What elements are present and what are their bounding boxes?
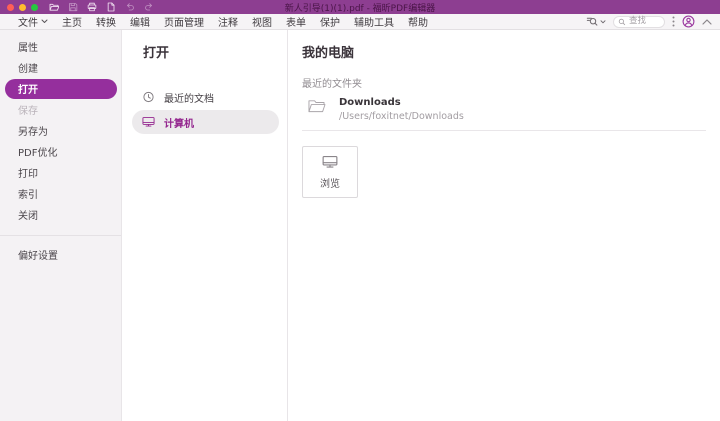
my-computer-panel: 我的电脑 最近的文件夹 Downloads /Users/foxitnet/Do… <box>288 30 720 421</box>
account-avatar-icon[interactable] <box>682 15 695 28</box>
open-icon[interactable] <box>49 2 59 12</box>
open-panel-title: 打开 <box>143 42 287 61</box>
menu-protect[interactable]: 保护 <box>320 14 340 29</box>
redo-icon[interactable] <box>144 2 154 12</box>
open-item-label: 计算机 <box>164 115 194 130</box>
open-item-computer[interactable]: 计算机 <box>132 110 279 134</box>
search-placeholder: 查找 <box>629 17 646 26</box>
computer-icon <box>142 116 155 128</box>
open-panel: 打开 最近的文档 计算机 <box>122 30 288 421</box>
menu-view[interactable]: 视图 <box>252 14 272 29</box>
chevron-down-icon <box>41 19 48 24</box>
sidebar-item-open[interactable]: 打开 <box>5 79 117 99</box>
save-icon[interactable] <box>68 2 78 12</box>
sidebar-item-pdf-optimize[interactable]: PDF优化 <box>0 141 121 162</box>
chevron-down-icon <box>600 20 606 24</box>
menu-home[interactable]: 主页 <box>62 14 82 29</box>
sidebar-item-create[interactable]: 创建 <box>0 57 121 78</box>
app-body: 属性 创建 打开 保存 另存为 PDF优化 打印 索引 关闭 偏好设置 打开 最… <box>0 30 720 421</box>
menu-comment[interactable]: 注释 <box>218 14 238 29</box>
menu-file-label: 文件 <box>18 14 38 29</box>
new-document-icon[interactable] <box>106 2 116 12</box>
monitor-icon <box>322 155 338 169</box>
zoom-window-button[interactable] <box>31 4 38 11</box>
menu-accessibility-tools[interactable]: 辅助工具 <box>354 14 394 29</box>
sidebar-item-save-as[interactable]: 另存为 <box>0 120 121 141</box>
search-icon <box>618 18 626 26</box>
close-window-button[interactable] <box>7 4 14 11</box>
menu-edit[interactable]: 编辑 <box>130 14 150 29</box>
browse-button[interactable]: 浏览 <box>302 146 358 198</box>
search-input[interactable]: 查找 <box>613 16 665 28</box>
title-bar: 新人引导(1)(1).pdf - 福昕PDF编辑器 <box>0 0 720 14</box>
menu-page-organize[interactable]: 页面管理 <box>164 14 204 29</box>
folder-texts: Downloads /Users/foxitnet/Downloads <box>339 97 464 122</box>
traffic-lights <box>7 4 38 11</box>
folder-path: /Users/foxitnet/Downloads <box>339 111 464 122</box>
folder-icon <box>307 98 326 114</box>
find-replace-icon <box>586 16 598 28</box>
menu-file[interactable]: 文件 <box>18 14 48 29</box>
my-computer-title: 我的电脑 <box>302 42 706 61</box>
folder-name: Downloads <box>339 97 464 108</box>
clock-icon <box>142 91 155 103</box>
quick-access-toolbar <box>49 2 154 12</box>
minimize-window-button[interactable] <box>19 4 26 11</box>
open-item-label: 最近的文档 <box>164 90 214 105</box>
collapse-toolbar-icon[interactable] <box>702 19 712 25</box>
find-replace-button[interactable] <box>586 16 606 28</box>
undo-icon[interactable] <box>125 2 135 12</box>
file-sidebar: 属性 创建 打开 保存 另存为 PDF优化 打印 索引 关闭 偏好设置 <box>0 30 122 421</box>
menu-bar: 文件 主页 转换 编辑 页面管理 注释 视图 表单 保护 辅助工具 帮助 查找 <box>0 14 720 30</box>
more-options-icon[interactable] <box>672 16 675 27</box>
recent-folder-downloads[interactable]: Downloads /Users/foxitnet/Downloads <box>302 96 706 131</box>
sidebar-item-properties[interactable]: 属性 <box>0 36 121 57</box>
open-item-recent-documents[interactable]: 最近的文档 <box>132 85 279 109</box>
sidebar-item-print[interactable]: 打印 <box>0 162 121 183</box>
sidebar-item-preferences[interactable]: 偏好设置 <box>0 244 121 265</box>
menu-convert[interactable]: 转换 <box>96 14 116 29</box>
browse-label: 浏览 <box>320 175 340 190</box>
menu-help[interactable]: 帮助 <box>408 14 428 29</box>
sidebar-divider <box>0 235 121 236</box>
menubar-right: 查找 <box>586 15 712 28</box>
print-icon[interactable] <box>87 2 97 12</box>
open-location-list: 最近的文档 计算机 <box>122 85 287 134</box>
menu-items: 文件 主页 转换 编辑 页面管理 注释 视图 表单 保护 辅助工具 帮助 <box>18 14 428 29</box>
sidebar-item-close[interactable]: 关闭 <box>0 204 121 225</box>
recent-folders-label: 最近的文件夹 <box>302 75 706 90</box>
menu-form[interactable]: 表单 <box>286 14 306 29</box>
sidebar-item-index[interactable]: 索引 <box>0 183 121 204</box>
sidebar-item-save: 保存 <box>0 99 121 120</box>
